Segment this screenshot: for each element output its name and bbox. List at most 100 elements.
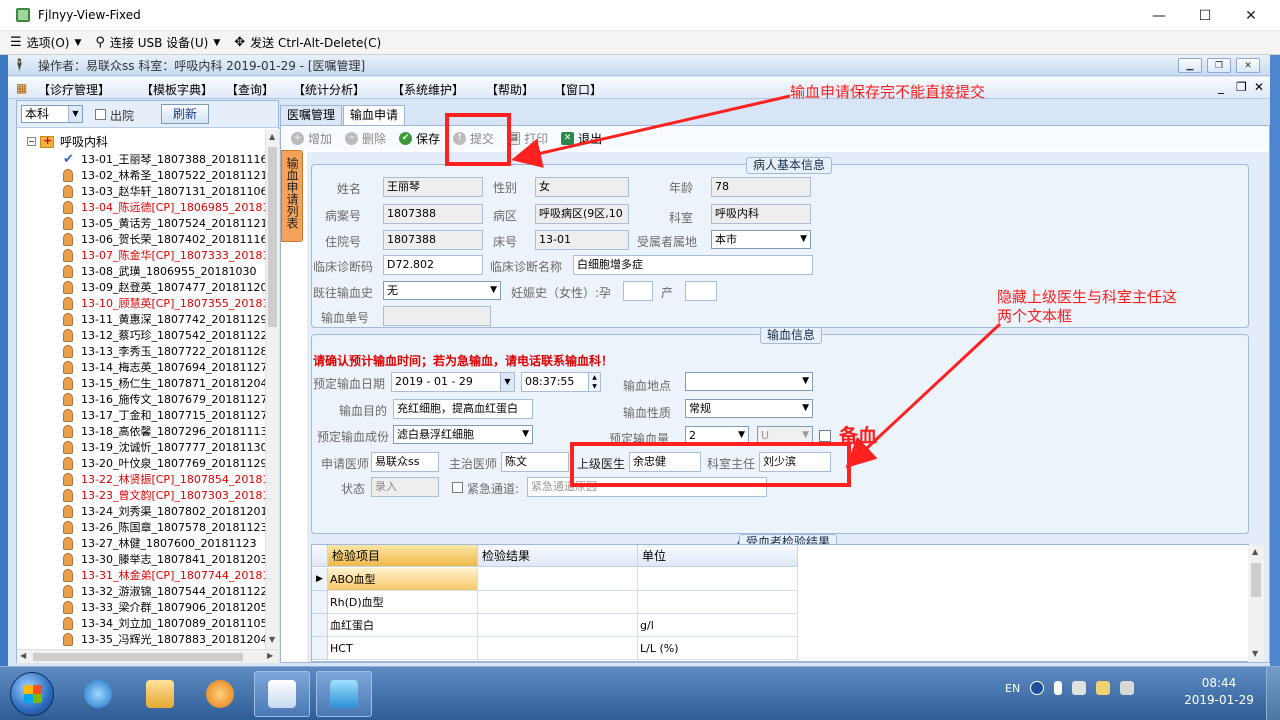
tree-horizontal-scrollbar[interactable]: ◀ ▶ (17, 649, 279, 663)
taskbar-ie[interactable] (70, 671, 126, 717)
tab-orders[interactable]: 医嘱管理 (280, 105, 343, 125)
col-header-result[interactable]: 检验结果 (478, 545, 638, 567)
patient-list-item[interactable]: 13-13_李秀玉_1807722_20181128 (63, 343, 265, 359)
menu-statistics[interactable]: 【统计分析】 (293, 81, 365, 98)
scroll-left-icon[interactable]: ◀ (20, 651, 26, 660)
refresh-button[interactable]: 刷新 (161, 104, 209, 124)
patient-list-item[interactable]: 13-22_林贤振[CP]_1807854_20181 (63, 471, 265, 487)
patient-list-item[interactable]: 13-06_贺长荣_1807402_20181116 (63, 231, 265, 247)
language-indicator[interactable]: EN (1005, 682, 1020, 695)
status-field[interactable]: 录入 (371, 477, 439, 497)
patient-list-item[interactable]: 13-33_梁介群_1807906_20181205 (63, 599, 265, 615)
patient-list-item[interactable]: 13-08_武璜_1806955_20181030 (63, 263, 256, 279)
row-header[interactable] (312, 591, 328, 614)
patient-list-item[interactable]: 13-04_陈远德[CP]_1806985_20181 (63, 199, 265, 215)
cell-result[interactable] (478, 568, 638, 591)
patient-list-item[interactable]: 13-05_黄话芳_1807524_20181121 (63, 215, 265, 231)
ctrl-alt-delete-button[interactable]: ✥ 发送 Ctrl-Alt-Delete(C) (234, 34, 381, 51)
patient-list-item[interactable]: 13-03_赵华轩_1807131_20181106 (63, 183, 265, 199)
maximize-button[interactable]: ☐ (1182, 0, 1228, 31)
taskbar-media[interactable] (192, 671, 248, 717)
taskbar-explorer[interactable] (132, 671, 188, 717)
ward-field[interactable]: 呼吸病区(9区,10 (535, 204, 629, 224)
patient-list-item[interactable]: 13-07_陈金华[CP]_1807333_20181 (63, 247, 265, 263)
network-off-icon[interactable] (1072, 681, 1087, 695)
taskbar-remote[interactable] (316, 671, 372, 717)
chevron-down-icon[interactable]: ▼ (68, 106, 82, 122)
attending-field[interactable]: 陈文 (501, 452, 569, 472)
volume-muted-icon[interactable] (1120, 681, 1135, 695)
row-pointer-icon[interactable]: ▶ (312, 568, 328, 591)
sex-field[interactable]: 女 (535, 177, 629, 197)
row-header[interactable] (312, 614, 328, 637)
patient-list-item[interactable]: 13-20_叶伩泉_1807769_20181129 (63, 455, 265, 471)
patient-list-item[interactable]: 13-09_赵登英_1807477_20181120 (63, 279, 265, 295)
patient-list-item[interactable]: 13-27_林健_1807600_20181123 (63, 535, 256, 551)
patient-list-item[interactable]: 13-23_曾文韵[CP]_1807303_20181 (63, 487, 265, 503)
grid-vertical-scrollbar[interactable]: ▲ ▼ (1248, 545, 1264, 662)
cell-result[interactable] (478, 637, 638, 660)
menu-query[interactable]: 【查询】 (226, 81, 274, 98)
child-minimize-button[interactable]: _ (1218, 80, 1224, 94)
patient-list-item[interactable]: 13-17_丁金和_1807715_20181127 (63, 407, 265, 423)
inpatient-field[interactable]: 1807388 (383, 230, 483, 250)
taskbar-his-app[interactable] (254, 671, 310, 717)
reserve-checkbox[interactable] (819, 430, 831, 442)
menu-system[interactable]: 【系统维护】 (392, 81, 464, 98)
record-field[interactable]: 1807388 (383, 204, 483, 224)
delete-button[interactable]: − 删除 (345, 130, 386, 147)
discharged-checkbox[interactable] (95, 109, 106, 120)
residence-select[interactable]: 本市 ▼ (711, 230, 811, 249)
doctor-field[interactable]: 易联众ss (371, 452, 439, 472)
child-restore-button[interactable]: ❐ (1236, 80, 1247, 94)
patient-list-item[interactable]: 13-35_冯辉光_1807883_20181204 (63, 631, 265, 647)
add-button[interactable]: + 增加 (291, 130, 332, 147)
mdi-restore-button[interactable]: ❐ (1207, 58, 1231, 73)
cell-item[interactable]: Rh(D)血型 (328, 591, 478, 614)
patient-list-item[interactable]: 13-19_沈诚忻_1807777_20181130 (63, 439, 265, 455)
scroll-up-icon[interactable]: ▲ (1252, 547, 1258, 556)
patient-list-item[interactable]: 13-12_蔡巧珍_1807542_20181122 (63, 327, 265, 343)
patient-list-item[interactable]: 13-30_滕举志_1807841_20181203 (63, 551, 265, 567)
scroll-down-icon[interactable]: ▼ (1252, 649, 1258, 658)
time-field[interactable]: 08:37:55 ▲ ▼ (521, 372, 601, 392)
cell-unit[interactable] (638, 591, 798, 614)
diag-name-field[interactable]: 白细胞增多症 (573, 255, 813, 275)
age-field[interactable]: 78 (711, 177, 811, 197)
print-button[interactable]: ▤ 打印 (507, 130, 548, 147)
cell-unit[interactable]: L/L (%) (638, 637, 798, 660)
row-header[interactable] (312, 637, 328, 660)
scroll-thumb[interactable] (268, 147, 277, 327)
help-icon[interactable] (1030, 681, 1045, 695)
scroll-down-icon[interactable]: ▼ (269, 635, 275, 644)
minimize-button[interactable]: — (1136, 0, 1182, 31)
col-header-unit[interactable]: 单位 (638, 545, 798, 567)
menu-clinic[interactable]: 【诊疗管理】 (38, 81, 110, 98)
pregnancy-field[interactable] (623, 281, 653, 301)
tray-arrow-icon[interactable] (1054, 681, 1063, 695)
patient-list-item[interactable]: 13-26_陈国章_1807578_20181123 (63, 519, 265, 535)
component-select[interactable]: 滤白悬浮红细胞 ▼ (393, 425, 533, 444)
dept-field[interactable]: 呼吸内科 (711, 204, 811, 224)
collapse-icon[interactable]: − (27, 137, 36, 146)
tab-transfusion[interactable]: 输血申请 (343, 105, 406, 125)
cell-item[interactable]: HCT (328, 637, 478, 660)
taskbar-clock[interactable]: 08:44 2019-01-29 (1184, 675, 1254, 709)
patient-list-item[interactable]: 13-18_高依馨_1807296_20181113 (63, 423, 265, 439)
cell-item[interactable]: 血红蛋白 (328, 614, 478, 637)
time-spinner[interactable]: ▲ ▼ (588, 373, 600, 391)
name-field[interactable]: 王丽琴 (383, 177, 483, 197)
scroll-right-icon[interactable]: ▶ (267, 651, 273, 660)
patient-list-item[interactable]: 13-24_刘秀渠_1807802_20181201 (63, 503, 265, 519)
exit-button[interactable]: ✕ 退出 (561, 130, 602, 147)
start-button[interactable] (10, 672, 54, 716)
bed-field[interactable]: 13-01 (535, 230, 629, 250)
nature-select[interactable]: 常规 ▼ (685, 399, 813, 418)
emergency-checkbox[interactable] (452, 482, 463, 493)
menu-template[interactable]: 【模板字典】 (141, 81, 213, 98)
order-no-field[interactable] (383, 306, 491, 326)
patient-list-item[interactable]: 13-32_游淑锦_1807544_20181122 (63, 583, 265, 599)
scroll-up-icon[interactable]: ▲ (269, 132, 275, 141)
menu-window[interactable]: 【窗口】 (554, 81, 602, 98)
show-desktop-button[interactable] (1266, 667, 1280, 720)
